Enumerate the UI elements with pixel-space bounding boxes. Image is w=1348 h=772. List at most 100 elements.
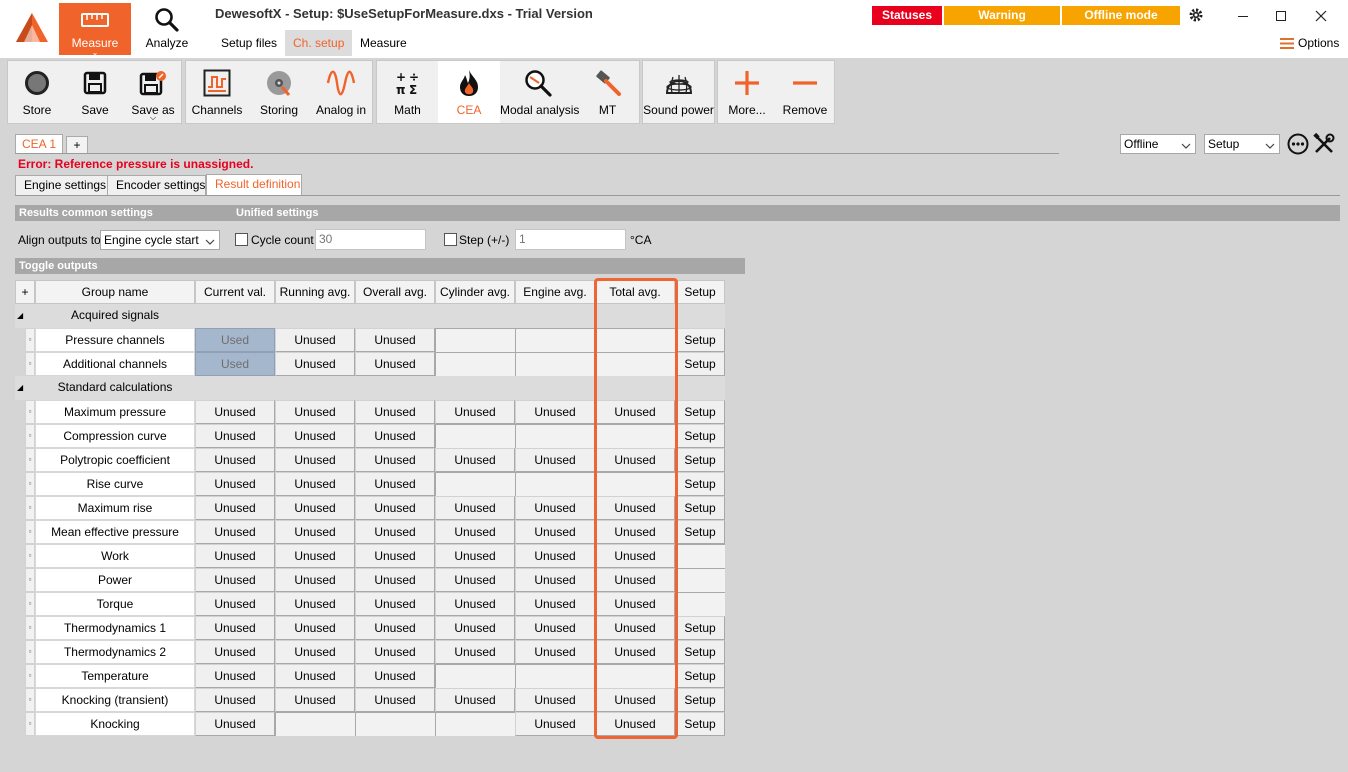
column-header-add-column[interactable]: + [15,280,35,304]
subtab-measure[interactable]: Measure [352,30,415,56]
cylinder-avg-toggle-button[interactable]: Unused [435,616,515,640]
current-val-toggle-button[interactable]: Unused [195,424,275,448]
current-val-toggle-button[interactable]: Unused [195,568,275,592]
overall-avg-toggle-button[interactable]: Unused [355,640,435,664]
engine-avg-toggle-button[interactable]: Unused [515,568,595,592]
overall-avg-toggle-button[interactable]: Unused [355,352,435,376]
engine-avg-toggle-button[interactable]: Unused [515,688,595,712]
cycle-count-input[interactable]: 30 [315,229,426,250]
options-button[interactable]: Options [1280,36,1339,52]
cycle-count-checkbox[interactable] [235,233,248,246]
tab-measure[interactable]: Measure ⌄ [59,3,131,57]
cea-module-tab[interactable]: CEA 1 [15,134,63,154]
current-val-toggle-button[interactable]: Unused [195,640,275,664]
view-select[interactable]: Setup [1204,134,1280,154]
minimize-button[interactable] [1230,6,1256,26]
analog-in-button[interactable]: Analog in [310,61,372,123]
running-avg-toggle-button[interactable]: Unused [275,328,355,352]
running-avg-toggle-button[interactable]: Unused [275,688,355,712]
overall-avg-toggle-button[interactable]: Unused [355,544,435,568]
setup-button[interactable]: Setup [675,472,725,496]
engine-avg-toggle-button[interactable]: Unused [515,640,595,664]
current-val-toggle-button[interactable]: Unused [195,520,275,544]
offline-mode-indicator[interactable]: Offline mode [1062,6,1180,25]
channels-button[interactable]: Channels [186,61,248,123]
setup-button[interactable]: Setup [675,520,725,544]
overall-avg-toggle-button[interactable]: Unused [355,688,435,712]
step-checkbox[interactable] [444,233,457,246]
save-button[interactable]: Save [66,61,124,123]
tab-encoder-settings[interactable]: Encoder settings [107,175,206,195]
more-button[interactable]: More... [718,61,776,123]
current-val-toggle-button[interactable]: Used [195,328,275,352]
setup-button[interactable]: Setup [675,328,725,352]
sound-power-button[interactable]: Sound power [643,61,714,123]
overall-avg-toggle-button[interactable]: Unused [355,448,435,472]
current-val-toggle-button[interactable]: Unused [195,544,275,568]
overall-avg-toggle-button[interactable]: Unused [355,328,435,352]
modal-analysis-button[interactable]: Modal analysis [500,61,579,123]
setup-button[interactable]: Setup [675,664,725,688]
tools-icon[interactable] [1313,132,1335,155]
overall-avg-toggle-button[interactable]: Unused [355,664,435,688]
engine-avg-toggle-button[interactable]: Unused [515,520,595,544]
cylinder-avg-toggle-button[interactable]: Unused [435,448,515,472]
remove-button[interactable]: Remove [776,61,834,123]
running-avg-toggle-button[interactable]: Unused [275,664,355,688]
overall-avg-toggle-button[interactable]: Unused [355,616,435,640]
step-input[interactable]: 1 [515,229,626,250]
mode-select[interactable]: Offline [1120,134,1196,154]
current-val-toggle-button[interactable]: Unused [195,400,275,424]
gear-icon[interactable] [1188,7,1204,23]
engine-avg-toggle-button[interactable]: Unused [515,400,595,424]
engine-avg-toggle-button[interactable]: Unused [515,496,595,520]
store-button[interactable]: Store [8,61,66,123]
cea-button[interactable]: CEA [438,61,500,123]
tab-result-definition[interactable]: Result definition [206,174,302,196]
cylinder-avg-toggle-button[interactable]: Unused [435,640,515,664]
tab-analyze[interactable]: Analyze [131,3,203,55]
running-avg-toggle-button[interactable]: Unused [275,616,355,640]
setup-button[interactable]: Setup [675,448,725,472]
overall-avg-toggle-button[interactable]: Unused [355,424,435,448]
running-avg-toggle-button[interactable]: Unused [275,544,355,568]
add-module-tab-button[interactable]: + [66,136,88,154]
cylinder-avg-toggle-button[interactable]: Unused [435,400,515,424]
setup-button[interactable]: Setup [675,496,725,520]
running-avg-toggle-button[interactable]: Unused [275,400,355,424]
current-val-toggle-button[interactable]: Unused [195,664,275,688]
collapse-triangle-icon[interactable]: ◢ [17,304,31,328]
statuses-indicator[interactable]: Statuses [872,6,942,25]
align-outputs-select[interactable]: Engine cycle start [100,230,220,250]
save-as-button[interactable]: Save as ⌵ [124,61,182,123]
cylinder-avg-toggle-button[interactable]: Unused [435,688,515,712]
current-val-toggle-button[interactable]: Unused [195,592,275,616]
current-val-toggle-button[interactable]: Unused [195,448,275,472]
current-val-toggle-button[interactable]: Unused [195,688,275,712]
tab-engine-settings[interactable]: Engine settings [15,175,108,195]
setup-button[interactable]: Setup [675,616,725,640]
running-avg-toggle-button[interactable]: Unused [275,472,355,496]
subtab-setup-files[interactable]: Setup files [213,30,285,56]
current-val-toggle-button[interactable]: Unused [195,496,275,520]
math-button[interactable]: + ÷ π Σ Math [377,61,438,123]
warning-indicator[interactable]: Warning [944,6,1060,25]
current-val-toggle-button[interactable]: Used [195,352,275,376]
cylinder-avg-toggle-button[interactable]: Unused [435,592,515,616]
running-avg-toggle-button[interactable]: Unused [275,640,355,664]
setup-button[interactable]: Setup [675,688,725,712]
mt-button[interactable]: MT [576,61,639,123]
engine-avg-toggle-button[interactable]: Unused [515,616,595,640]
current-val-toggle-button[interactable]: Unused [195,616,275,640]
cylinder-avg-toggle-button[interactable]: Unused [435,544,515,568]
setup-button[interactable]: Setup [675,640,725,664]
setup-button[interactable]: Setup [675,424,725,448]
cylinder-avg-toggle-button[interactable]: Unused [435,496,515,520]
maximize-button[interactable] [1268,6,1294,26]
running-avg-toggle-button[interactable]: Unused [275,496,355,520]
close-button[interactable] [1308,6,1334,26]
overall-avg-toggle-button[interactable]: Unused [355,496,435,520]
running-avg-toggle-button[interactable]: Unused [275,352,355,376]
more-options-icon[interactable] [1287,133,1309,155]
engine-avg-toggle-button[interactable]: Unused [515,592,595,616]
